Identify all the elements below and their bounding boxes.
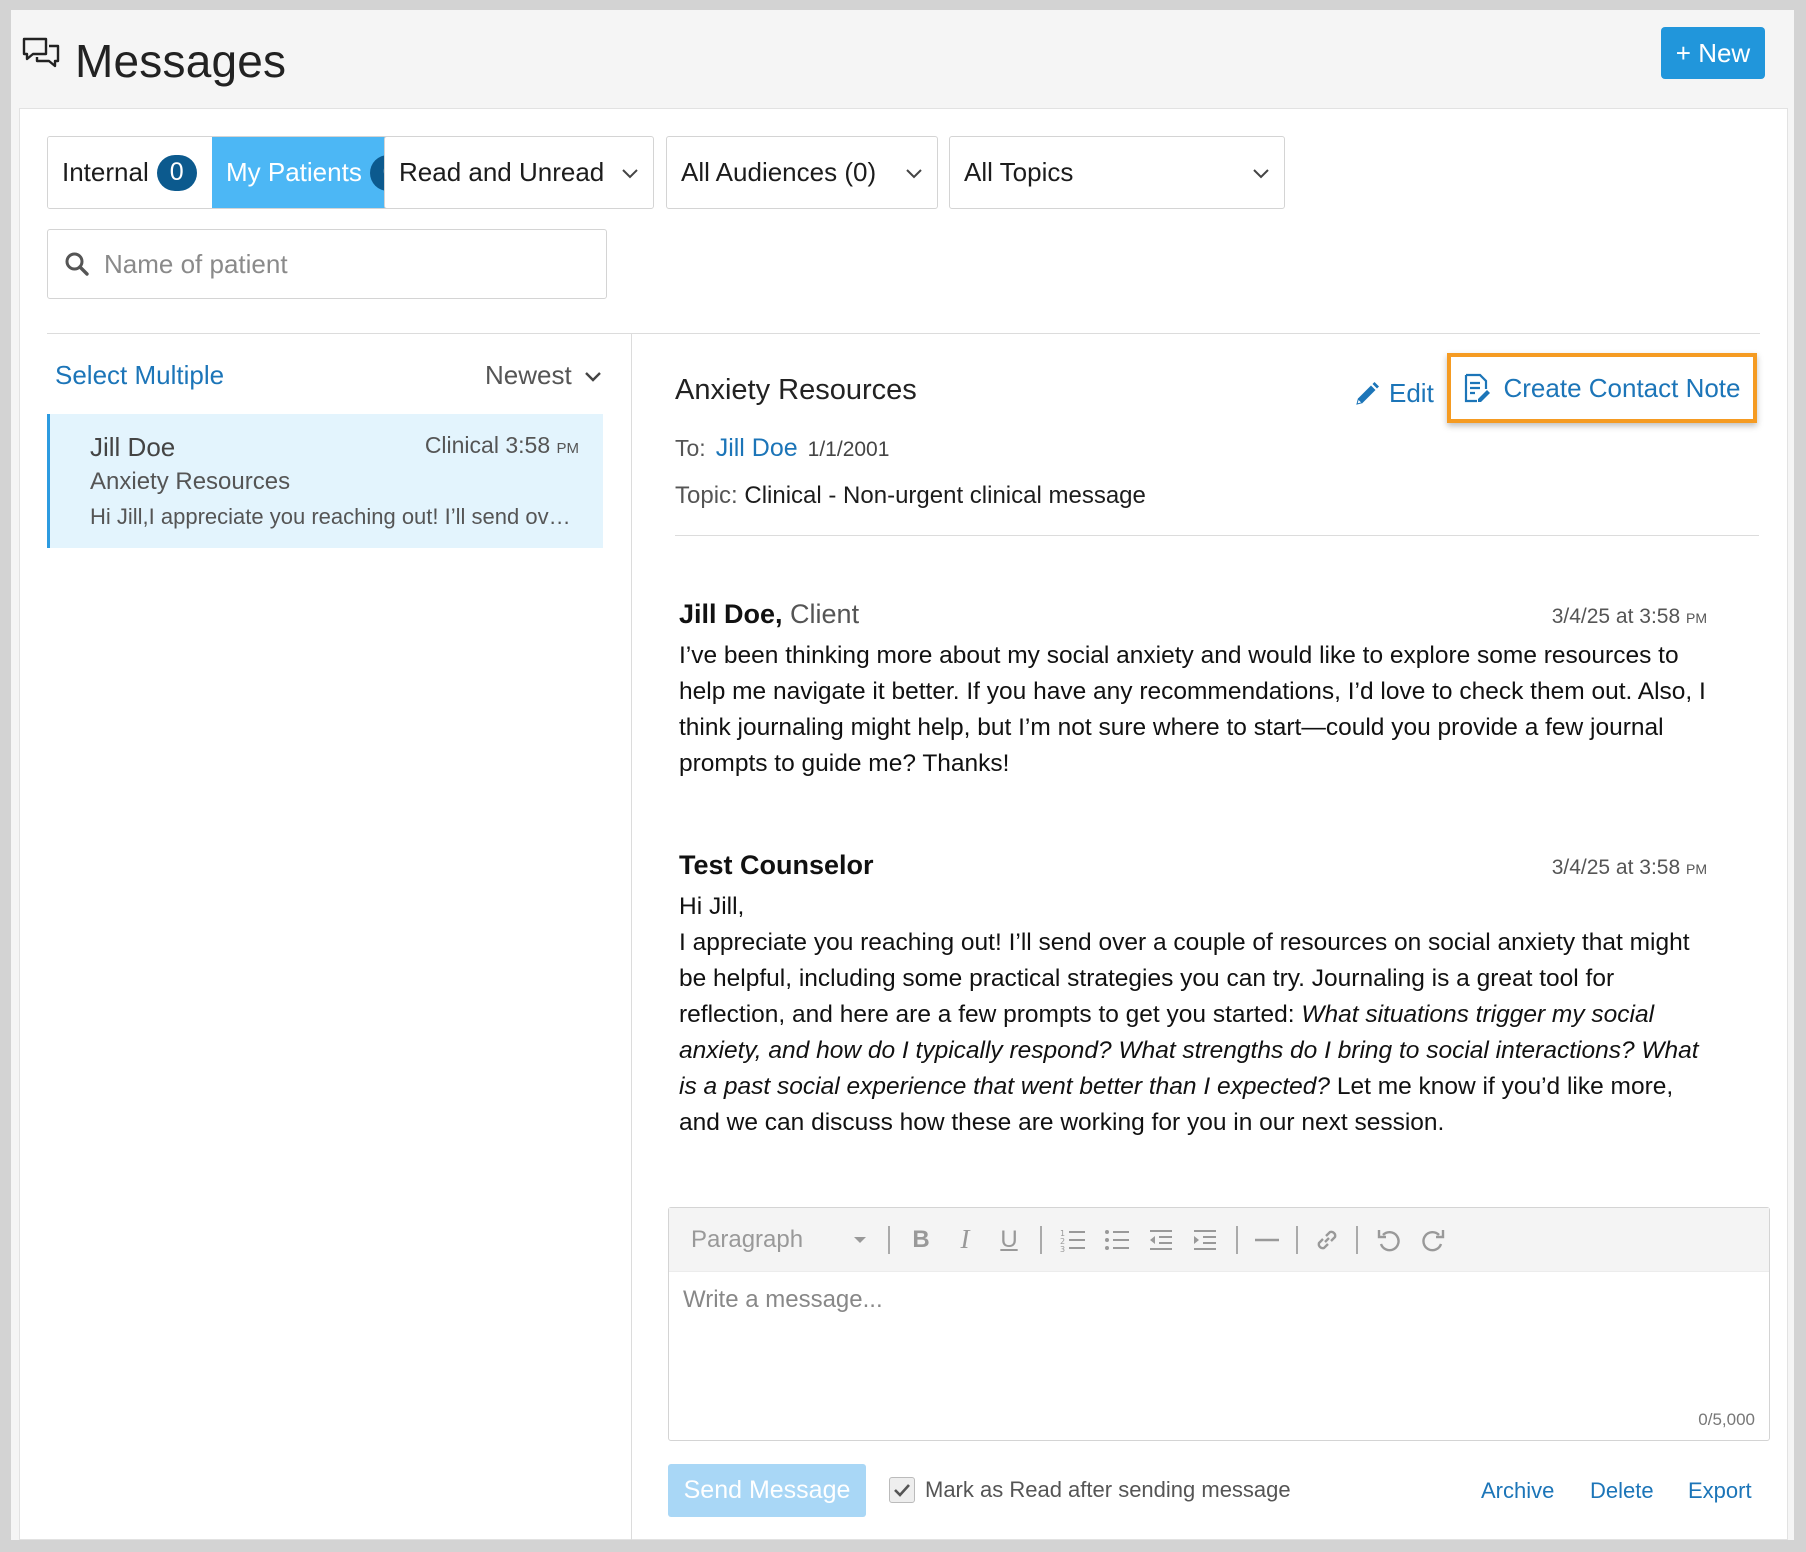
message-timestamp: 3/4/25 at 3:58 PM [1552, 856, 1707, 880]
message-greeting: Hi Jill, [679, 893, 745, 920]
italic-icon[interactable]: I [943, 1220, 987, 1260]
underline-icon[interactable]: U [987, 1220, 1031, 1260]
message-textarea[interactable] [683, 1286, 1743, 1386]
note-icon [1465, 373, 1491, 403]
link-icon[interactable] [1307, 1220, 1347, 1260]
read-status-dropdown[interactable]: Read and Unread [384, 136, 654, 209]
internal-count-badge: 0 [156, 154, 197, 191]
app-header: Messages + New [11, 10, 1794, 110]
outdent-icon[interactable] [1139, 1220, 1183, 1260]
message-editor: Paragraph B I U 123 Write a message... 0… [668, 1207, 1770, 1441]
message-date: 3/4/25 at 3:58 [1551, 605, 1681, 628]
list-item-name: Jill Doe [90, 432, 176, 462]
message-author: Test Counselor [679, 850, 874, 880]
author-name: Jill Doe, [679, 599, 783, 629]
indent-icon[interactable] [1183, 1220, 1227, 1260]
patient-search [47, 229, 607, 299]
paragraph-format-value: Paragraph [691, 1225, 804, 1253]
message-author: Jill Doe, Client [679, 599, 859, 630]
search-input[interactable] [104, 248, 584, 280]
search-icon [65, 252, 89, 276]
page-title: Messages [75, 35, 287, 87]
archive-link[interactable]: Archive [1481, 1478, 1554, 1504]
list-item-subject: Anxiety Resources [90, 468, 291, 495]
sort-value: Newest [485, 360, 572, 390]
redo-icon[interactable] [1411, 1220, 1455, 1260]
message-date: 3/4/25 at 3:58 [1551, 856, 1681, 879]
chevron-down-icon [1253, 168, 1269, 178]
export-link[interactable]: Export [1688, 1478, 1752, 1504]
chevron-down-icon [622, 168, 638, 178]
undo-icon[interactable] [1367, 1220, 1411, 1260]
audience-dropdown[interactable]: All Audiences (0) [666, 136, 938, 209]
recipient-name-link[interactable]: Jill Doe [716, 434, 798, 463]
message-list-pane: Select Multiple Newest Jill Doe Clinical… [20, 334, 632, 1540]
horizontal-rule-icon[interactable] [1247, 1220, 1287, 1260]
numbered-list-icon[interactable]: 123 [1051, 1220, 1095, 1260]
message-ampm: PM [1686, 610, 1707, 626]
pencil-icon [1356, 381, 1379, 405]
inbox-toggle: Internal 0 My Patients 0 [47, 136, 425, 209]
message-entry: Jill Doe, Client 3/4/25 at 3:58 PM I’ve … [679, 599, 1719, 782]
caret-down-icon [854, 1236, 866, 1243]
message-body: Hi Jill, I appreciate you reaching out! … [679, 889, 1719, 1141]
edit-button[interactable]: Edit [1353, 378, 1434, 409]
svg-text:3: 3 [1060, 1245, 1065, 1252]
edit-label: Edit [1389, 378, 1434, 408]
toolbar-separator [1356, 1225, 1358, 1254]
app-frame: Messages + New Internal 0 My Patients 0 … [11, 10, 1794, 1540]
chat-bubbles-icon [22, 37, 60, 68]
editor-toolbar: Paragraph B I U 123 [669, 1208, 1769, 1272]
read-status-value: Read and Unread [399, 157, 605, 187]
divider [675, 535, 1759, 536]
character-count: 0/5,000 [1698, 1410, 1755, 1429]
message-body: I’ve been thinking more about my social … [679, 642, 1706, 777]
send-message-button[interactable]: Send Message [668, 1464, 866, 1517]
list-item[interactable]: Jill Doe Clinical 3:58 PM Anxiety Resour… [47, 414, 603, 548]
sort-dropdown[interactable]: Newest [485, 360, 602, 391]
paragraph-format-dropdown[interactable]: Paragraph [679, 1220, 879, 1260]
toolbar-separator [1296, 1225, 1298, 1254]
checkmark-icon [894, 1484, 910, 1497]
toolbar-separator [888, 1225, 890, 1254]
tab-internal-label: Internal [62, 157, 149, 187]
list-item-meta: Clinical 3:58 PM [425, 432, 579, 459]
new-message-button[interactable]: + New [1661, 27, 1765, 79]
chevron-down-icon [584, 371, 601, 382]
mark-read-checkbox[interactable] [889, 1477, 915, 1503]
topic-label: Topic: [675, 482, 738, 509]
recipient-row: To: Jill Doe 1/1/2001 [675, 434, 889, 463]
bullet-list-icon[interactable] [1095, 1220, 1139, 1260]
topic-row: Topic: Clinical - Non-urgent clinical me… [675, 482, 1146, 510]
list-item-time: 3:58 [505, 432, 551, 458]
message-detail-pane: Anxiety Resources Edit Create Contact No… [633, 334, 1789, 1540]
recipient-dob: 1/1/2001 [807, 438, 890, 461]
mark-as-read-option[interactable]: Mark as Read after sending message [889, 1477, 1291, 1503]
message-entry: Test Counselor 3/4/25 at 3:58 PM Hi Jill… [679, 850, 1719, 1141]
to-label: To: [675, 435, 706, 461]
topic-dropdown[interactable]: All Topics [949, 136, 1285, 209]
tab-my-patients-label: My Patients [226, 157, 362, 187]
thread-subject: Anxiety Resources [675, 374, 917, 406]
bold-icon[interactable]: B [899, 1220, 943, 1260]
topic-filter-value: All Topics [964, 157, 1074, 187]
toolbar-separator [1040, 1225, 1042, 1254]
delete-link[interactable]: Delete [1590, 1478, 1654, 1504]
chevron-down-icon [906, 168, 922, 178]
create-contact-note-button[interactable]: Create Contact Note [1447, 353, 1757, 423]
message-timestamp: 3/4/25 at 3:58 PM [1552, 605, 1707, 629]
topic-value: Clinical - Non-urgent clinical message [744, 482, 1146, 509]
select-multiple-link[interactable]: Select Multiple [55, 360, 224, 391]
list-item-preview: Hi Jill,I appreciate you reaching out! I… [90, 504, 580, 529]
messages-card: Internal 0 My Patients 0 Read and Unread… [19, 108, 1788, 1540]
tab-internal[interactable]: Internal 0 [48, 137, 212, 208]
toolbar-separator [1236, 1225, 1238, 1254]
list-item-ampm: PM [556, 440, 580, 457]
create-contact-note-label: Create Contact Note [1503, 372, 1741, 403]
list-item-category: Clinical [424, 432, 499, 458]
author-role: Client [790, 599, 860, 629]
message-ampm: PM [1686, 861, 1707, 877]
mark-read-label: Mark as Read after sending message [925, 1477, 1291, 1502]
audience-value: All Audiences (0) [681, 157, 877, 187]
